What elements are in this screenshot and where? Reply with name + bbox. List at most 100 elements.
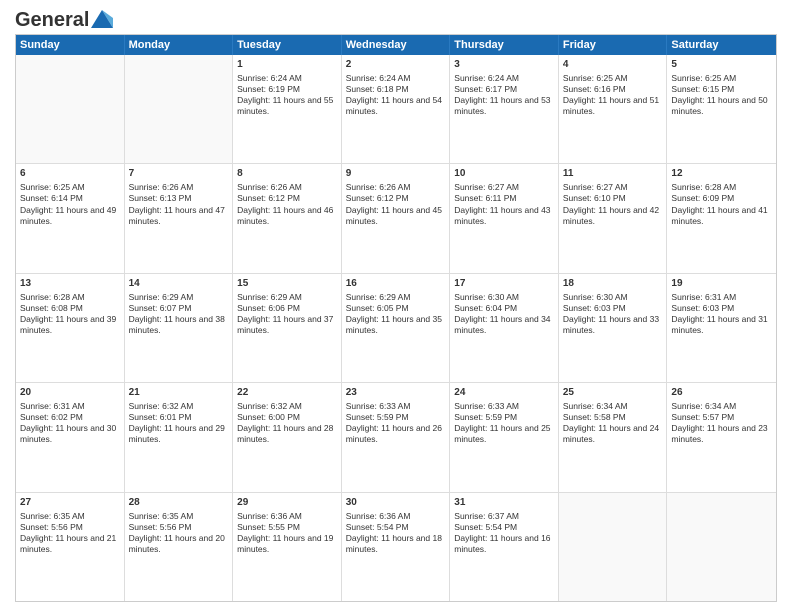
logo: General (15, 10, 113, 28)
sunrise-text: Sunrise: 6:29 AM (346, 292, 446, 303)
daylight-text: Daylight: 11 hours and 43 minutes. (454, 205, 554, 227)
header-day-sunday: Sunday (16, 35, 125, 55)
cal-cell-27: 27Sunrise: 6:35 AMSunset: 5:56 PMDayligh… (16, 493, 125, 601)
day-number: 15 (237, 277, 337, 290)
day-number: 26 (671, 386, 772, 399)
sunset-text: Sunset: 6:16 PM (563, 84, 663, 95)
sunrise-text: Sunrise: 6:26 AM (129, 182, 229, 193)
sunset-text: Sunset: 6:15 PM (671, 84, 772, 95)
day-number: 1 (237, 58, 337, 71)
sunrise-text: Sunrise: 6:29 AM (129, 292, 229, 303)
day-number: 17 (454, 277, 554, 290)
cal-cell-15: 15Sunrise: 6:29 AMSunset: 6:06 PMDayligh… (233, 274, 342, 382)
daylight-text: Daylight: 11 hours and 51 minutes. (563, 95, 663, 117)
sunrise-text: Sunrise: 6:36 AM (237, 511, 337, 522)
daylight-text: Daylight: 11 hours and 35 minutes. (346, 314, 446, 336)
cal-cell-14: 14Sunrise: 6:29 AMSunset: 6:07 PMDayligh… (125, 274, 234, 382)
sunrise-text: Sunrise: 6:28 AM (671, 182, 772, 193)
day-number: 21 (129, 386, 229, 399)
calendar-body: 1Sunrise: 6:24 AMSunset: 6:19 PMDaylight… (16, 55, 776, 601)
day-number: 4 (563, 58, 663, 71)
cal-cell-30: 30Sunrise: 6:36 AMSunset: 5:54 PMDayligh… (342, 493, 451, 601)
sunset-text: Sunset: 6:02 PM (20, 412, 120, 423)
week-row-4: 20Sunrise: 6:31 AMSunset: 6:02 PMDayligh… (16, 382, 776, 491)
sunset-text: Sunset: 5:57 PM (671, 412, 772, 423)
sunset-text: Sunset: 5:59 PM (346, 412, 446, 423)
daylight-text: Daylight: 11 hours and 18 minutes. (346, 533, 446, 555)
calendar-header: SundayMondayTuesdayWednesdayThursdayFrid… (16, 35, 776, 55)
cal-cell-21: 21Sunrise: 6:32 AMSunset: 6:01 PMDayligh… (125, 383, 234, 491)
sunset-text: Sunset: 6:01 PM (129, 412, 229, 423)
sunrise-text: Sunrise: 6:33 AM (346, 401, 446, 412)
sunset-text: Sunset: 6:04 PM (454, 303, 554, 314)
sunset-text: Sunset: 6:14 PM (20, 193, 120, 204)
cal-cell-6: 6Sunrise: 6:25 AMSunset: 6:14 PMDaylight… (16, 164, 125, 272)
daylight-text: Daylight: 11 hours and 41 minutes. (671, 205, 772, 227)
cal-cell-empty-4-6 (667, 493, 776, 601)
logo-general: General (15, 10, 89, 30)
day-number: 28 (129, 496, 229, 509)
sunset-text: Sunset: 5:55 PM (237, 522, 337, 533)
cal-cell-10: 10Sunrise: 6:27 AMSunset: 6:11 PMDayligh… (450, 164, 559, 272)
daylight-text: Daylight: 11 hours and 19 minutes. (237, 533, 337, 555)
sunset-text: Sunset: 6:12 PM (237, 193, 337, 204)
sunset-text: Sunset: 5:58 PM (563, 412, 663, 423)
cal-cell-24: 24Sunrise: 6:33 AMSunset: 5:59 PMDayligh… (450, 383, 559, 491)
sunrise-text: Sunrise: 6:24 AM (454, 73, 554, 84)
sunrise-text: Sunrise: 6:25 AM (671, 73, 772, 84)
day-number: 14 (129, 277, 229, 290)
sunrise-text: Sunrise: 6:27 AM (563, 182, 663, 193)
sunrise-text: Sunrise: 6:24 AM (346, 73, 446, 84)
cal-cell-9: 9Sunrise: 6:26 AMSunset: 6:12 PMDaylight… (342, 164, 451, 272)
sunrise-text: Sunrise: 6:31 AM (671, 292, 772, 303)
cal-cell-4: 4Sunrise: 6:25 AMSunset: 6:16 PMDaylight… (559, 55, 668, 163)
cal-cell-19: 19Sunrise: 6:31 AMSunset: 6:03 PMDayligh… (667, 274, 776, 382)
sunrise-text: Sunrise: 6:37 AM (454, 511, 554, 522)
calendar: SundayMondayTuesdayWednesdayThursdayFrid… (15, 34, 777, 602)
sunrise-text: Sunrise: 6:26 AM (346, 182, 446, 193)
sunset-text: Sunset: 5:56 PM (20, 522, 120, 533)
cal-cell-25: 25Sunrise: 6:34 AMSunset: 5:58 PMDayligh… (559, 383, 668, 491)
cal-cell-empty-0-0 (16, 55, 125, 163)
header-day-monday: Monday (125, 35, 234, 55)
week-row-2: 6Sunrise: 6:25 AMSunset: 6:14 PMDaylight… (16, 163, 776, 272)
sunset-text: Sunset: 5:59 PM (454, 412, 554, 423)
header-day-friday: Friday (559, 35, 668, 55)
sunset-text: Sunset: 6:09 PM (671, 193, 772, 204)
sunrise-text: Sunrise: 6:32 AM (237, 401, 337, 412)
day-number: 25 (563, 386, 663, 399)
cal-cell-empty-0-1 (125, 55, 234, 163)
sunrise-text: Sunrise: 6:35 AM (129, 511, 229, 522)
cal-cell-23: 23Sunrise: 6:33 AMSunset: 5:59 PMDayligh… (342, 383, 451, 491)
sunrise-text: Sunrise: 6:27 AM (454, 182, 554, 193)
sunrise-text: Sunrise: 6:32 AM (129, 401, 229, 412)
day-number: 2 (346, 58, 446, 71)
cal-cell-16: 16Sunrise: 6:29 AMSunset: 6:05 PMDayligh… (342, 274, 451, 382)
day-number: 16 (346, 277, 446, 290)
cal-cell-empty-4-5 (559, 493, 668, 601)
sunrise-text: Sunrise: 6:24 AM (237, 73, 337, 84)
sunset-text: Sunset: 6:11 PM (454, 193, 554, 204)
day-number: 30 (346, 496, 446, 509)
sunrise-text: Sunrise: 6:25 AM (20, 182, 120, 193)
sunrise-text: Sunrise: 6:35 AM (20, 511, 120, 522)
daylight-text: Daylight: 11 hours and 49 minutes. (20, 205, 120, 227)
daylight-text: Daylight: 11 hours and 50 minutes. (671, 95, 772, 117)
day-number: 3 (454, 58, 554, 71)
cal-cell-7: 7Sunrise: 6:26 AMSunset: 6:13 PMDaylight… (125, 164, 234, 272)
sunrise-text: Sunrise: 6:34 AM (671, 401, 772, 412)
sunset-text: Sunset: 6:03 PM (563, 303, 663, 314)
cal-cell-29: 29Sunrise: 6:36 AMSunset: 5:55 PMDayligh… (233, 493, 342, 601)
daylight-text: Daylight: 11 hours and 42 minutes. (563, 205, 663, 227)
sunrise-text: Sunrise: 6:30 AM (563, 292, 663, 303)
cal-cell-11: 11Sunrise: 6:27 AMSunset: 6:10 PMDayligh… (559, 164, 668, 272)
day-number: 19 (671, 277, 772, 290)
cal-cell-12: 12Sunrise: 6:28 AMSunset: 6:09 PMDayligh… (667, 164, 776, 272)
daylight-text: Daylight: 11 hours and 26 minutes. (346, 423, 446, 445)
cal-cell-3: 3Sunrise: 6:24 AMSunset: 6:17 PMDaylight… (450, 55, 559, 163)
cal-cell-20: 20Sunrise: 6:31 AMSunset: 6:02 PMDayligh… (16, 383, 125, 491)
daylight-text: Daylight: 11 hours and 46 minutes. (237, 205, 337, 227)
daylight-text: Daylight: 11 hours and 23 minutes. (671, 423, 772, 445)
cal-cell-8: 8Sunrise: 6:26 AMSunset: 6:12 PMDaylight… (233, 164, 342, 272)
header-day-saturday: Saturday (667, 35, 776, 55)
